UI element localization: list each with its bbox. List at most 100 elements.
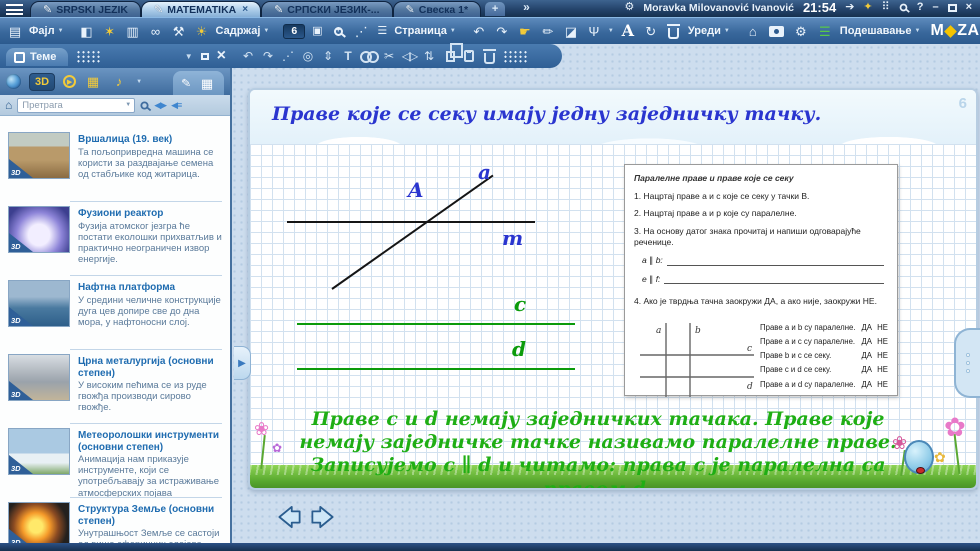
tab-matematika-active[interactable]: ✎ MATEMATIKA ×	[141, 1, 262, 17]
pin-icon[interactable]: ✏	[178, 74, 195, 91]
help-icon[interactable]: ?	[917, 2, 924, 13]
flip-horizontal-icon[interactable]: ◁▷	[401, 46, 418, 66]
zoom-icon[interactable]	[333, 26, 343, 36]
trash-icon[interactable]	[667, 23, 681, 39]
redo-icon[interactable]: ↷	[493, 21, 511, 41]
tab-sveska[interactable]: ✎ Свеска 1*	[392, 1, 482, 17]
undock-panel-icon[interactable]	[200, 52, 209, 60]
education-icon[interactable]: ✶	[101, 21, 119, 41]
list-item[interactable]: 3D Вршалица (19. век) Та пољопривредна м…	[0, 128, 230, 202]
close-panel-icon[interactable]: ×	[217, 47, 226, 65]
list-item[interactable]: 3D Структура Земље (основни степен) Унут…	[0, 498, 230, 543]
gallery-icon[interactable]: ▦	[198, 73, 216, 93]
hamburger-menu-icon[interactable]	[6, 4, 23, 15]
document-icon[interactable]: ▥	[124, 21, 142, 41]
tab-close-icon[interactable]: ×	[242, 4, 248, 15]
layers-icon[interactable]: ☰	[816, 21, 834, 41]
search-icon[interactable]	[899, 3, 908, 12]
binoculars-icon[interactable]: ∞	[147, 21, 165, 41]
close-button[interactable]: ×	[966, 2, 972, 13]
answer-ne[interactable]: НЕ	[872, 351, 888, 361]
copy-icon[interactable]	[446, 42, 463, 62]
tools-icon[interactable]: ⚒	[170, 21, 188, 41]
page-menu[interactable]: Страница ▼	[394, 25, 456, 37]
answer-ne[interactable]: НЕ	[872, 337, 888, 347]
tab-srpski-jezik[interactable]: ✎ SRPSKI JEZIK	[30, 1, 141, 17]
home-icon[interactable]: ⌂	[5, 98, 12, 112]
resize-arrows-icon[interactable]: ◀▶	[154, 100, 167, 111]
idea-bulb-icon[interactable]: ☀	[193, 21, 211, 41]
cut-icon[interactable]: ✂	[381, 46, 397, 66]
trash-icon[interactable]	[482, 48, 496, 64]
themes-tab[interactable]: Теме	[6, 48, 69, 66]
paste-icon[interactable]	[464, 50, 474, 62]
text-baseline-icon[interactable]: T	[340, 46, 356, 66]
pen-holder-icon[interactable]: Ψ	[585, 21, 603, 41]
new-page-icon[interactable]: ▣	[310, 21, 324, 41]
target-icon[interactable]: ◎	[300, 46, 316, 66]
drag-handle-dots[interactable]	[503, 49, 529, 63]
answer-line[interactable]	[664, 275, 884, 285]
chevron-down-icon[interactable]: ▼	[136, 79, 142, 85]
next-page-button[interactable]	[309, 503, 336, 531]
file-menu[interactable]: Фајл ▼	[29, 25, 64, 37]
worksheet-panel[interactable]: Паралелне праве и праве које се секу 1. …	[624, 164, 898, 397]
eraser-icon[interactable]: ◪	[562, 21, 580, 41]
answer-da[interactable]: ДА	[856, 351, 872, 361]
sidebar-expand-handle[interactable]: ▶	[234, 346, 251, 380]
redo-icon[interactable]: ↷	[260, 46, 276, 66]
page-list-icon[interactable]: ☰	[375, 21, 389, 41]
page-number-box[interactable]: 6	[283, 23, 306, 39]
audio-filter-icon[interactable]: ♪	[110, 72, 128, 92]
filter-3d-button[interactable]: 3D	[29, 72, 56, 91]
undo-icon[interactable]: ↶	[240, 46, 256, 66]
edit-menu[interactable]: Уреди ▼	[688, 25, 730, 37]
globe-icon[interactable]	[6, 74, 21, 89]
right-panel-handle[interactable]	[954, 328, 980, 398]
path-tool-icon[interactable]: ⋰	[352, 21, 370, 41]
hand-pointer-icon[interactable]: ☛	[516, 21, 534, 41]
answer-da[interactable]: ДА	[856, 365, 872, 375]
collapse-list-icon[interactable]: ◀≡	[171, 100, 182, 111]
answer-da[interactable]: ДА	[856, 337, 872, 347]
list-item[interactable]: 3D Метеоролошки инструменти (основни сте…	[0, 424, 230, 499]
collapse-panel-icon[interactable]: ▼	[185, 52, 193, 61]
settings-menu[interactable]: Подешавање ▼	[840, 25, 921, 37]
chevron-down-icon[interactable]: ▼	[608, 28, 614, 34]
answer-da[interactable]: ДА	[856, 323, 872, 333]
apps-grid-icon[interactable]: ⠿	[882, 2, 890, 13]
list-item[interactable]: 3D Нафтна платформа У средини челичне ко…	[0, 276, 230, 350]
answer-ne[interactable]: НЕ	[872, 365, 888, 375]
undo-icon[interactable]: ↶	[470, 21, 488, 41]
drag-handle-dots[interactable]	[76, 49, 103, 63]
rocket-icon[interactable]: ➔	[845, 2, 854, 13]
segment-tool-icon[interactable]: ⋰	[280, 46, 296, 66]
tab-overflow-icon[interactable]: »	[523, 0, 530, 14]
prev-page-button[interactable]	[276, 503, 303, 531]
video-filter-icon[interactable]: ▶	[63, 75, 77, 88]
text-tool-icon[interactable]: A	[619, 21, 637, 41]
new-tab-button[interactable]: +	[485, 2, 506, 16]
list-item[interactable]: 3D Црна металургија (основни степен) У в…	[0, 350, 230, 424]
homework-icon[interactable]: ⌂	[744, 21, 762, 41]
pen-icon[interactable]: ✏	[539, 21, 557, 41]
tab-srpski-jezik-2[interactable]: ✎ СРПСКИ ЈЕЗИК-...	[261, 1, 393, 17]
contents-menu[interactable]: Садржај ▼	[216, 25, 270, 37]
answer-ne[interactable]: НЕ	[872, 380, 888, 390]
search-input[interactable]: Претрага ▼	[17, 97, 136, 113]
image-filter-icon[interactable]: ▦	[84, 72, 102, 92]
camera-icon[interactable]	[769, 25, 785, 37]
flip-vertical-icon[interactable]: ⇅	[421, 46, 437, 66]
arrange-updown-icon[interactable]: ⇕	[320, 46, 336, 66]
minimize-button[interactable]: –	[932, 2, 938, 13]
link-icon[interactable]	[360, 51, 379, 63]
answer-ne[interactable]: НЕ	[872, 323, 888, 333]
answer-line[interactable]	[666, 257, 884, 266]
restore-button[interactable]	[947, 3, 957, 12]
settings-gear-icon[interactable]: ⚙	[792, 21, 810, 41]
3d-models-icon[interactable]: ◧	[78, 21, 96, 41]
gear-icon[interactable]: ⚙	[625, 2, 635, 13]
rotate-icon[interactable]: ↻	[642, 21, 660, 41]
book-icon[interactable]: ▤	[6, 21, 24, 41]
list-item[interactable]: 3D Фузиони реактор Фузија атомског језгр…	[0, 202, 230, 276]
